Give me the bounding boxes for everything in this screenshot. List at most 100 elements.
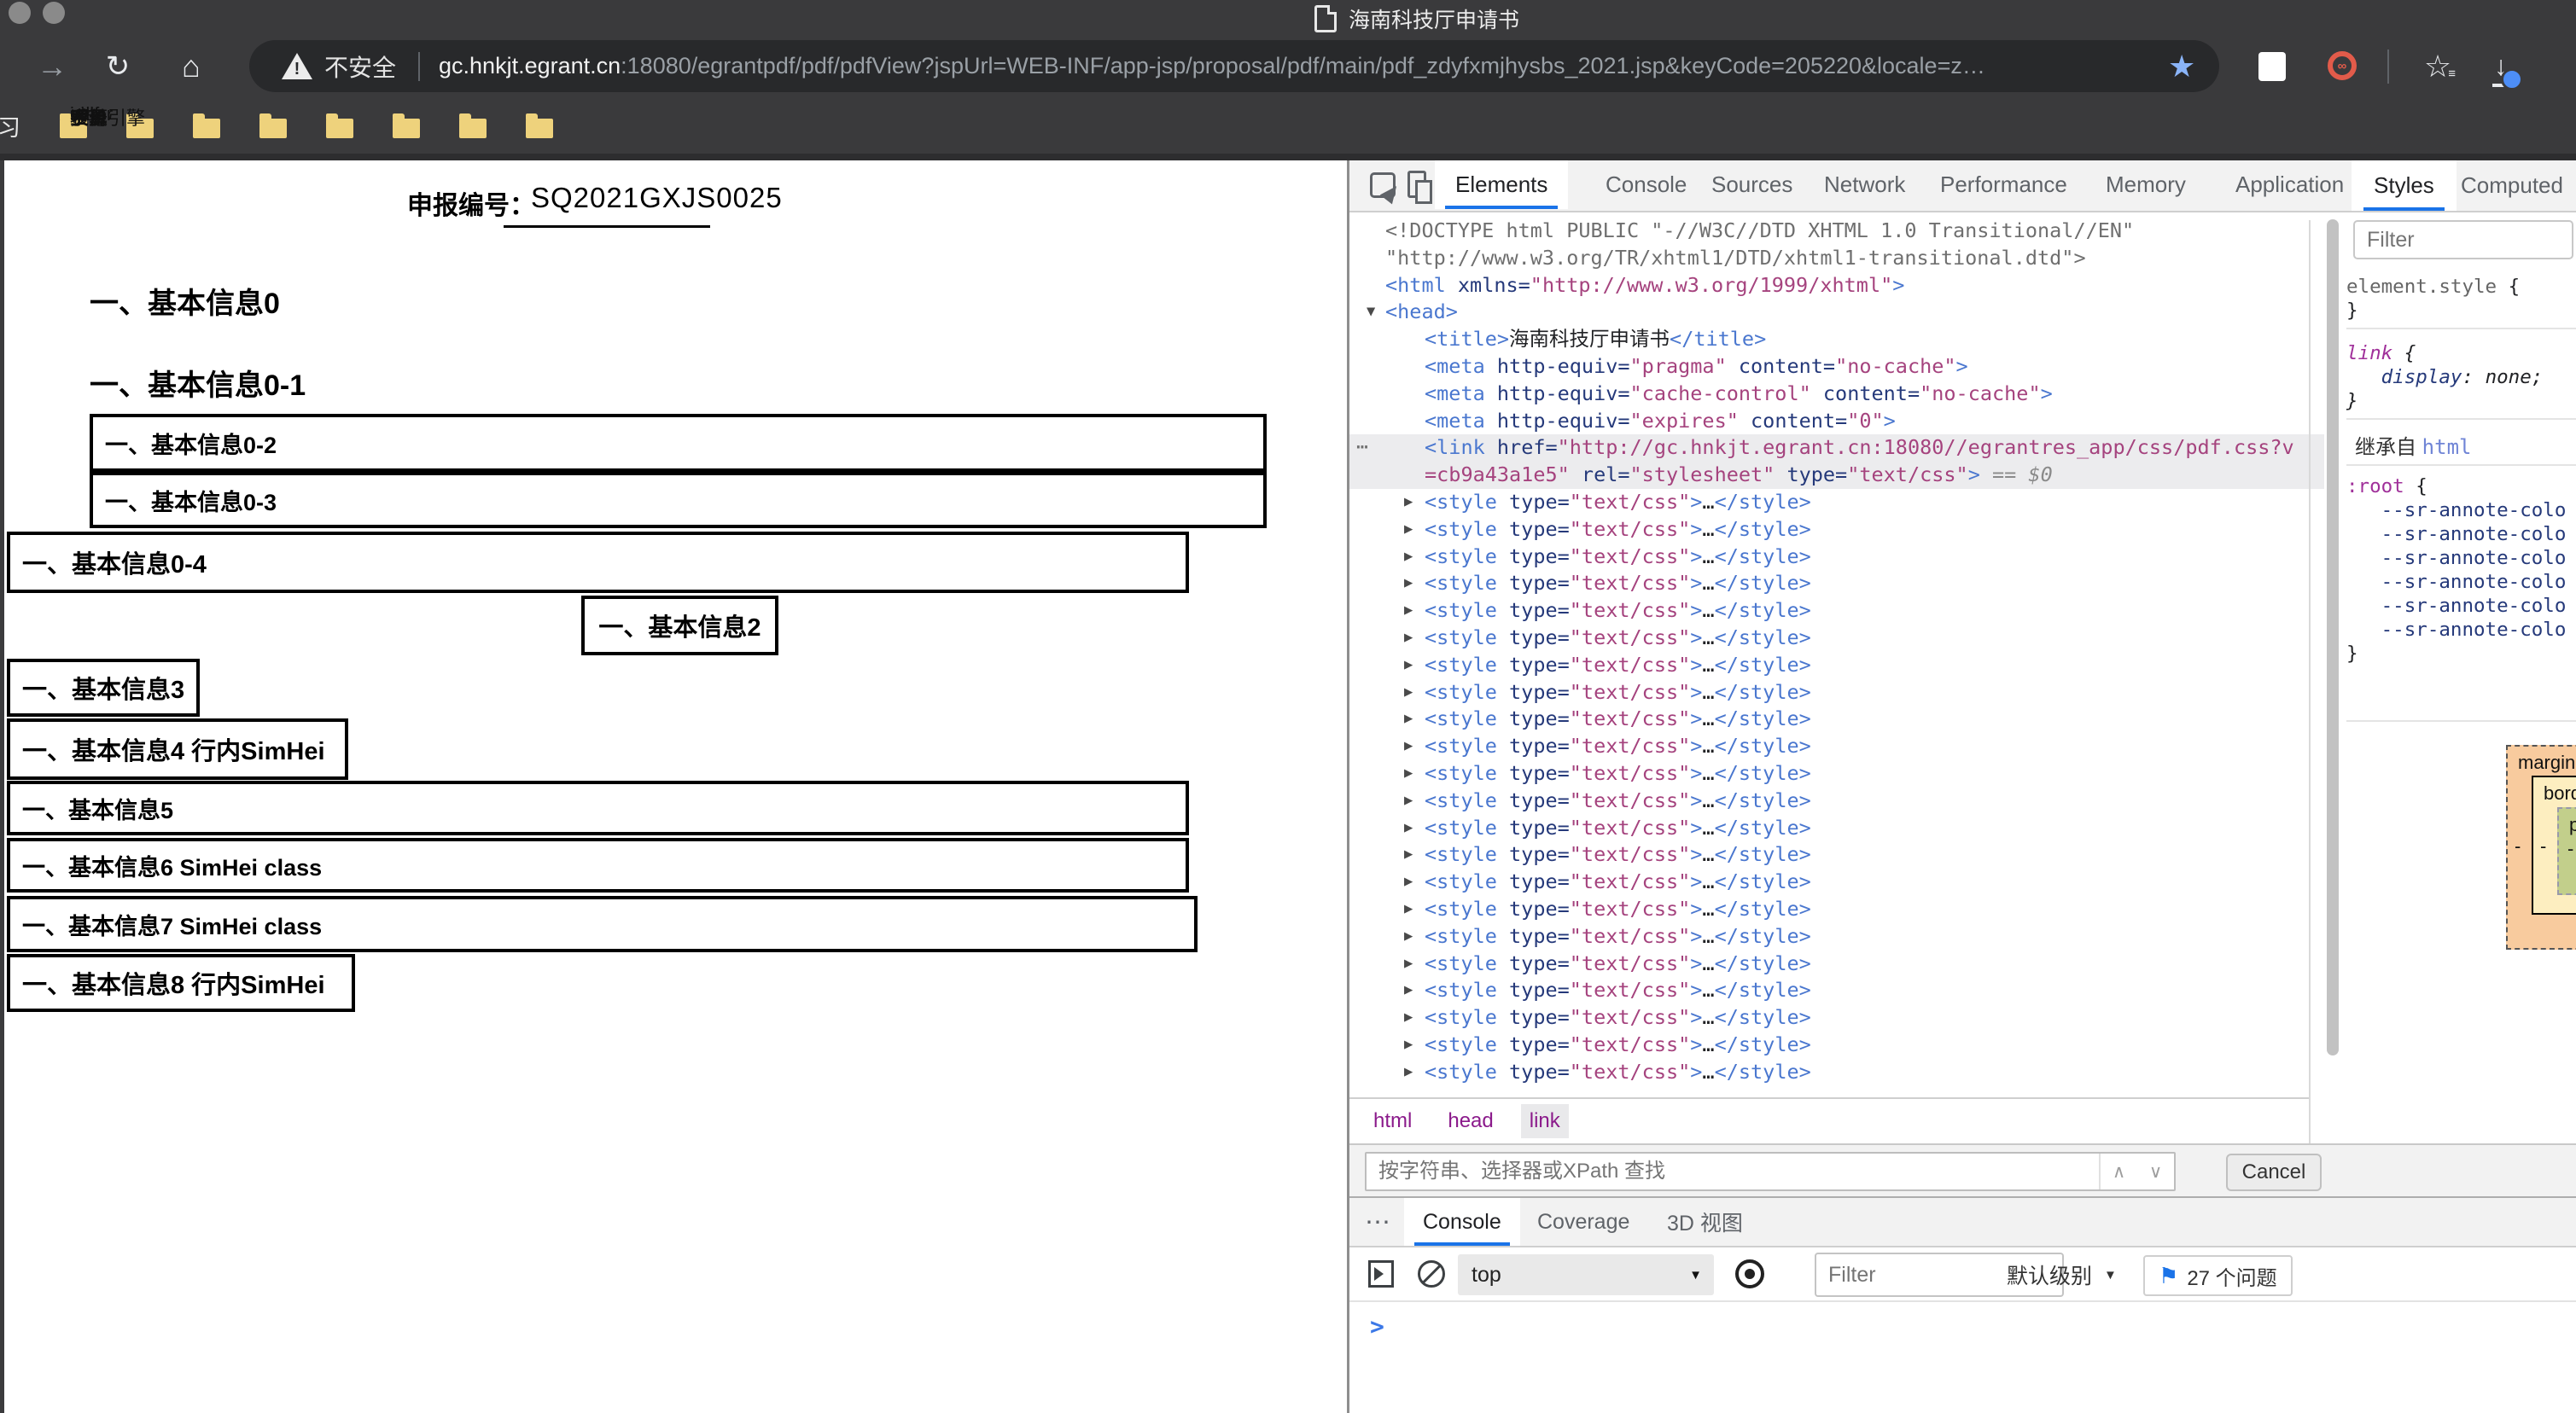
expand-arrow-icon[interactable]: ▶	[1404, 1032, 1413, 1059]
code-line[interactable]: <!DOCTYPE html PUBLIC "-//W3C//DTD XHTML…	[1349, 218, 2324, 245]
expand-arrow-icon[interactable]: ▶	[1404, 923, 1413, 951]
window-control-icon[interactable]	[9, 2, 31, 24]
boxmodel-padding[interactable]: pa -	[2557, 807, 2576, 895]
bookmark-star-icon[interactable]: ★	[2168, 34, 2195, 98]
breadcrumb-link[interactable]: link	[1521, 1104, 1569, 1138]
bookmark-item-partial[interactable]: 学习	[0, 98, 20, 154]
expand-arrow-icon[interactable]: ▶	[1404, 841, 1413, 869]
console-tab-Coverage[interactable]: Coverage	[1537, 1198, 1629, 1246]
css-variable[interactable]: --sr-annote-colo	[2381, 499, 2567, 521]
code-line[interactable]: ▶<style type="text/css">…</style>	[1349, 652, 2324, 679]
code-line[interactable]: ▶<style type="text/css">…</style>	[1349, 788, 2324, 815]
css-variable[interactable]: --sr-annote-colo	[2381, 619, 2567, 641]
bookmark-folder[interactable]: 表单引擎	[459, 114, 487, 138]
console-sidebar-icon[interactable]	[1368, 1260, 1394, 1288]
code-line[interactable]: ▶<style type="text/css">…</style>	[1349, 489, 2324, 516]
address-bar[interactable]: 不安全 gc.hnkjt.egrant.cn:18080/egrantpdf/p…	[249, 40, 2219, 92]
breadcrumb-head[interactable]: head	[1439, 1104, 1501, 1138]
css-variable[interactable]: --sr-annote-colo	[2381, 595, 2567, 617]
expand-arrow-icon[interactable]: ▶	[1404, 977, 1413, 1004]
code-line[interactable]: ▼<head>	[1349, 299, 2324, 326]
console-tab-3D 视图[interactable]: 3D 视图	[1667, 1198, 1743, 1246]
console-tab-Console[interactable]: Console	[1404, 1198, 1520, 1246]
refresh-icon[interactable]: ↻	[96, 34, 140, 98]
css-rule-link[interactable]: link { display: none; }	[2346, 341, 2576, 413]
code-line[interactable]: ▶<style type="text/css">…</style>	[1349, 896, 2324, 923]
browser-tab[interactable]: 海南科技厅申请书	[1314, 3, 1519, 34]
clear-console-icon[interactable]	[1418, 1260, 1445, 1288]
security-warning-icon[interactable]	[282, 53, 312, 79]
expand-arrow-icon[interactable]: ▶	[1404, 869, 1413, 896]
expand-arrow-icon[interactable]: ▶	[1404, 625, 1413, 652]
expand-arrow-icon[interactable]: ▼	[1367, 299, 1375, 326]
tab-styles[interactable]: Styles	[2352, 160, 2457, 211]
code-line[interactable]: =cb9a43a1e5" rel="stylesheet" type="text…	[1349, 462, 2324, 489]
home-icon[interactable]: ⌂	[167, 34, 215, 98]
code-line[interactable]: ▶<style type="text/css">…</style>	[1349, 951, 2324, 978]
code-line[interactable]: ▶<style type="text/css">…</style>	[1349, 923, 2324, 951]
code-line[interactable]: ▶<style type="text/css">…</style>	[1349, 1004, 2324, 1032]
code-line[interactable]: ▶<style type="text/css">…</style>	[1349, 516, 2324, 544]
live-expression-eye-icon[interactable]	[1735, 1259, 1764, 1288]
code-line[interactable]: ▶<style type="text/css">…</style>	[1349, 570, 2324, 597]
expand-arrow-icon[interactable]: ▶	[1404, 544, 1413, 571]
devtools-tab-console[interactable]: Console	[1606, 160, 1687, 209]
expand-arrow-icon[interactable]: ▶	[1404, 733, 1413, 760]
inspect-element-icon[interactable]	[1370, 172, 1396, 198]
boxmodel-border[interactable]: bord - pa -	[2532, 776, 2576, 915]
code-line[interactable]: <meta http-equiv="expires" content="0">	[1349, 408, 2324, 435]
expand-arrow-icon[interactable]: ▶	[1404, 679, 1413, 706]
expand-arrow-icon[interactable]: ▶	[1404, 597, 1413, 625]
expand-arrow-icon[interactable]: ▶	[1404, 706, 1413, 733]
css-rule-element-style[interactable]: element.style { }	[2346, 275, 2576, 323]
css-variable[interactable]: --sr-annote-colo	[2381, 523, 2567, 545]
infinity-extension-icon[interactable]: ∞	[2328, 51, 2357, 80]
devtools-tab-network[interactable]: Network	[1824, 160, 1905, 209]
boxmodel-margin[interactable]: margin - bord - pa -	[2506, 745, 2576, 950]
code-line[interactable]: ▶<style type="text/css">…</style>	[1349, 977, 2324, 1004]
code-line[interactable]: ▶<style type="text/css">…</style>	[1349, 733, 2324, 760]
code-line[interactable]: ▶<style type="text/css">…</style>	[1349, 760, 2324, 788]
bookmark-folder[interactable]: 工具	[259, 114, 287, 138]
code-line[interactable]: ▶<style type="text/css">…</style>	[1349, 597, 2324, 625]
bookmark-folder[interactable]: 手册	[193, 114, 220, 138]
devtools-tab-memory[interactable]: Memory	[2106, 160, 2186, 209]
more-tools-icon[interactable]: ⋯	[1365, 1198, 1390, 1246]
devtools-tab-application[interactable]: Application	[2235, 160, 2344, 209]
bookmark-folder[interactable]: self	[393, 114, 420, 138]
download-icon[interactable]: ↓	[2475, 34, 2526, 98]
reading-list-star-icon[interactable]: ☆≡	[2414, 34, 2462, 98]
issues-counter[interactable]: ⚑ 27 个问题	[2143, 1255, 2293, 1296]
log-level-select[interactable]: 默认级别 ▼	[2007, 1247, 2117, 1302]
css-variable[interactable]: --sr-annote-colo	[2381, 547, 2567, 569]
expand-arrow-icon[interactable]: ▶	[1404, 760, 1413, 788]
code-line[interactable]: ▶<style type="text/css">…</style>	[1349, 815, 2324, 842]
css-variable[interactable]: --sr-annote-colo	[2381, 571, 2567, 593]
find-next-icon[interactable]: ∨	[2149, 1161, 2162, 1183]
device-toolbar-icon[interactable]	[1407, 171, 1426, 198]
expand-arrow-icon[interactable]: ▶	[1404, 788, 1413, 815]
context-select[interactable]: top ▼	[1458, 1254, 1714, 1295]
security-label[interactable]: 不安全	[324, 49, 396, 84]
expand-arrow-icon[interactable]: ▶	[1404, 1059, 1413, 1086]
css-rule-root[interactable]: :root { --sr-annote-colo --sr-annote-col…	[2346, 474, 2576, 666]
code-line[interactable]: ▶<style type="text/css">…</style>	[1349, 544, 2324, 571]
code-line[interactable]: ▶<style type="text/css">…</style>	[1349, 625, 2324, 652]
find-input[interactable]	[1367, 1160, 2099, 1183]
expand-arrow-icon[interactable]: ▶	[1404, 652, 1413, 679]
code-line[interactable]: <html xmlns="http://www.w3.org/1999/xhtm…	[1349, 272, 2324, 299]
code-line[interactable]: <title>海南科技厅申请书</title>	[1349, 326, 2324, 353]
code-line[interactable]: ⋯<link href="http://gc.hnkjt.egrant.cn:1…	[1349, 434, 2324, 462]
devtools-tab-elements[interactable]: Elements	[1435, 160, 1568, 209]
expand-arrow-icon[interactable]: ▶	[1404, 1004, 1413, 1032]
scrollbar-thumb[interactable]	[2327, 219, 2339, 1055]
code-line[interactable]: ▶<style type="text/css">…</style>	[1349, 841, 2324, 869]
code-line[interactable]: ▶<style type="text/css">…</style>	[1349, 706, 2324, 733]
code-line[interactable]: ▶<style type="text/css">…</style>	[1349, 869, 2324, 896]
expand-arrow-icon[interactable]: ▶	[1404, 896, 1413, 923]
devtools-tab-sources[interactable]: Sources	[1711, 160, 1792, 209]
expand-arrow-icon[interactable]: ▶	[1404, 951, 1413, 978]
find-cancel-button[interactable]: Cancel	[2226, 1154, 2322, 1191]
find-prev-icon[interactable]: ∧	[2113, 1161, 2125, 1183]
devtools-tab-performance[interactable]: Performance	[1940, 160, 2067, 209]
